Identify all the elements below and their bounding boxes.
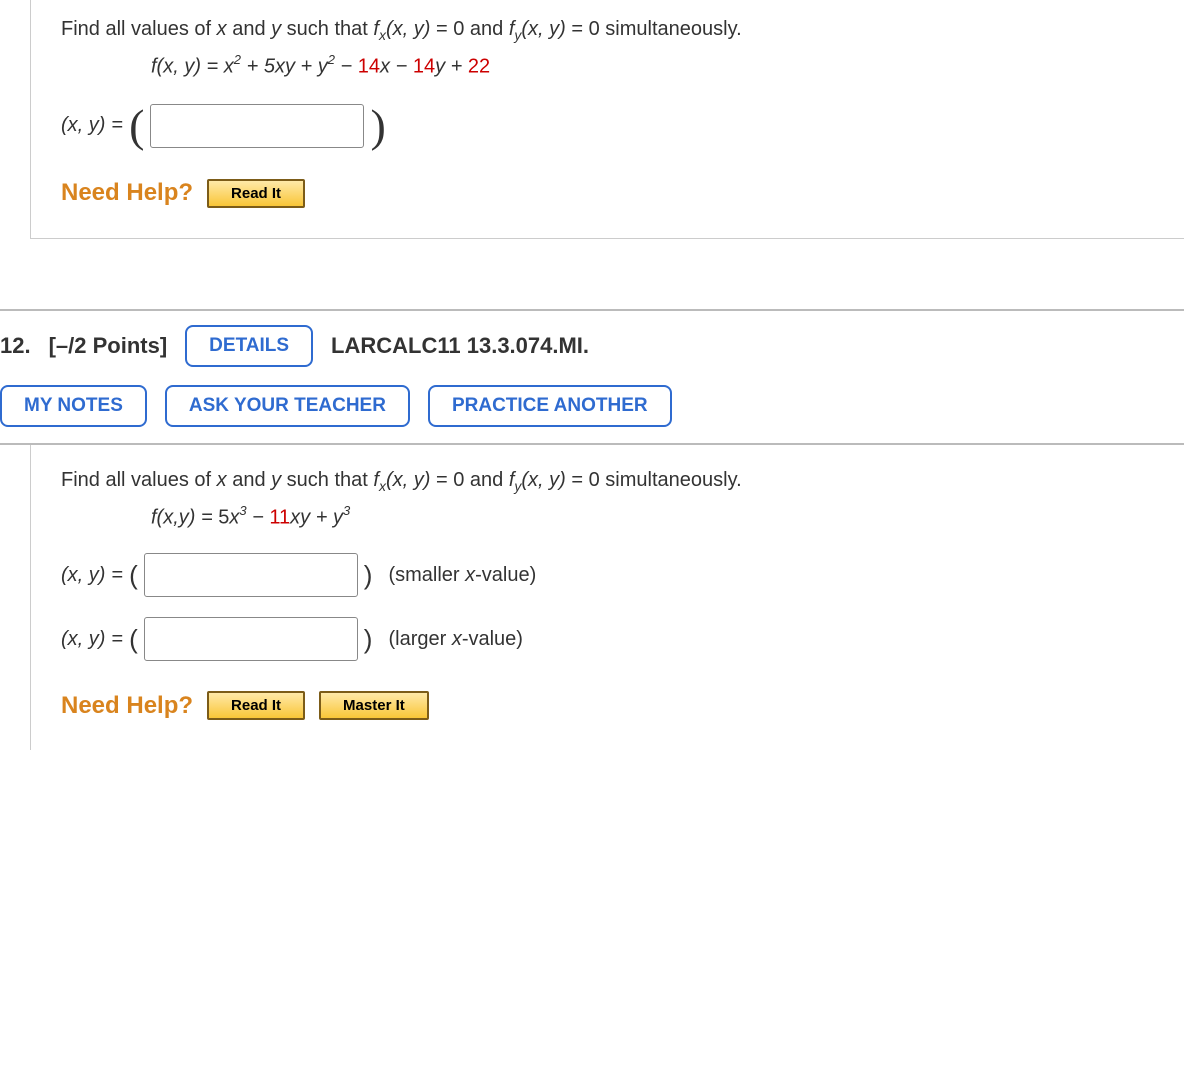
exp: 2: [234, 52, 241, 67]
term: y: [318, 56, 328, 78]
need-help-row: Need Help? Read It Master It: [61, 691, 1154, 720]
term: xy +: [290, 506, 333, 528]
var-x: x: [217, 18, 227, 40]
text: = 0 and: [430, 469, 508, 491]
term: y +: [435, 56, 468, 78]
q11-equation: f(x, y) = x2 + 5xy + y2 − 14x − 14y + 22: [151, 53, 1154, 79]
close-paren: ): [364, 560, 373, 591]
q12-answer-row-2: (x, y) = ( ) (larger x-value): [61, 617, 1154, 661]
question-12-body: Find all values of x and y such that fx(…: [30, 445, 1184, 751]
text: = 0 simultaneously.: [566, 469, 742, 491]
exp: 2: [328, 52, 335, 67]
fx-sub: x: [379, 27, 386, 43]
term: x: [224, 56, 234, 78]
eq-lhs: f(x,y) =: [151, 506, 218, 528]
args: (x, y): [386, 18, 430, 40]
practice-another-button[interactable]: PRACTICE ANOTHER: [428, 385, 672, 427]
need-help-label: Need Help?: [61, 179, 193, 207]
q12-prompt: Find all values of x and y such that fx(…: [61, 469, 1154, 494]
close-paren: ): [364, 624, 373, 655]
text: such that: [281, 469, 373, 491]
q12-answer-input-larger[interactable]: [144, 617, 358, 661]
q11-answer-input[interactable]: [150, 104, 364, 148]
q12-header: 12. [–/2 Points] DETAILS LARCALC11 13.3.…: [0, 309, 1184, 381]
term: y: [333, 506, 343, 528]
term: −: [247, 506, 270, 528]
var-y: y: [271, 469, 281, 491]
question-number: 12.: [0, 333, 31, 359]
equals: =: [111, 628, 123, 651]
args: (x, y): [386, 469, 430, 491]
open-paren: (: [129, 103, 144, 149]
term: + 5xy +: [241, 56, 318, 78]
text: Find all values of: [61, 469, 217, 491]
equals: =: [111, 114, 123, 137]
term: x −: [380, 56, 413, 78]
read-it-button[interactable]: Read It: [207, 691, 305, 720]
need-help-row: Need Help? Read It: [61, 179, 1154, 208]
equals: =: [111, 564, 123, 587]
text: Find all values of: [61, 18, 217, 40]
open-paren: (: [129, 624, 138, 655]
q11-prompt: Find all values of x and y such that fx(…: [61, 18, 1154, 43]
text: and: [227, 18, 271, 40]
q11-answer-row: (x, y) = ( ): [61, 103, 1154, 149]
points-label: [–/2 Points]: [49, 333, 168, 359]
exp: 3: [239, 503, 246, 518]
q12-answer-row-1: (x, y) = ( ) (smaller x-value): [61, 553, 1154, 597]
eq-lhs: f(x, y) =: [151, 56, 224, 78]
ask-teacher-button[interactable]: ASK YOUR TEACHER: [165, 385, 410, 427]
term: −: [335, 56, 358, 78]
reference-code: LARCALC11 13.3.074.MI.: [331, 333, 589, 359]
var-x: x: [217, 469, 227, 491]
hint-smaller: (smaller x-value): [388, 564, 536, 587]
var-y: y: [271, 18, 281, 40]
master-it-button[interactable]: Master It: [319, 691, 429, 720]
fx-sub: x: [379, 478, 386, 494]
my-notes-button[interactable]: MY NOTES: [0, 385, 147, 427]
question-11-body: Find all values of x and y such that fx(…: [30, 0, 1184, 239]
answer-label: (x, y): [61, 114, 105, 137]
args: (x, y): [521, 18, 565, 40]
exp: 3: [343, 503, 350, 518]
text: such that: [281, 18, 373, 40]
answer-label: (x, y): [61, 564, 105, 587]
q12-answer-input-smaller[interactable]: [144, 553, 358, 597]
text: and: [227, 469, 271, 491]
open-paren: (: [129, 560, 138, 591]
q12-equation: f(x,y) = 5x3 − 11xy + y3: [151, 504, 1154, 530]
close-paren: ): [370, 103, 385, 149]
answer-label: (x, y): [61, 628, 105, 651]
read-it-button[interactable]: Read It: [207, 179, 305, 208]
coef: 22: [468, 56, 490, 78]
q12-subheader: MY NOTES ASK YOUR TEACHER PRACTICE ANOTH…: [0, 381, 1184, 445]
coef: 11: [269, 506, 290, 528]
coef: 5: [218, 506, 229, 528]
args: (x, y): [521, 469, 565, 491]
need-help-label: Need Help?: [61, 692, 193, 720]
details-button[interactable]: DETAILS: [185, 325, 313, 367]
hint-larger: (larger x-value): [388, 628, 523, 651]
text: = 0 simultaneously.: [566, 18, 742, 40]
text: = 0 and: [430, 18, 508, 40]
term: x: [229, 506, 239, 528]
coef: 14: [413, 56, 435, 78]
coef: 14: [358, 56, 380, 78]
